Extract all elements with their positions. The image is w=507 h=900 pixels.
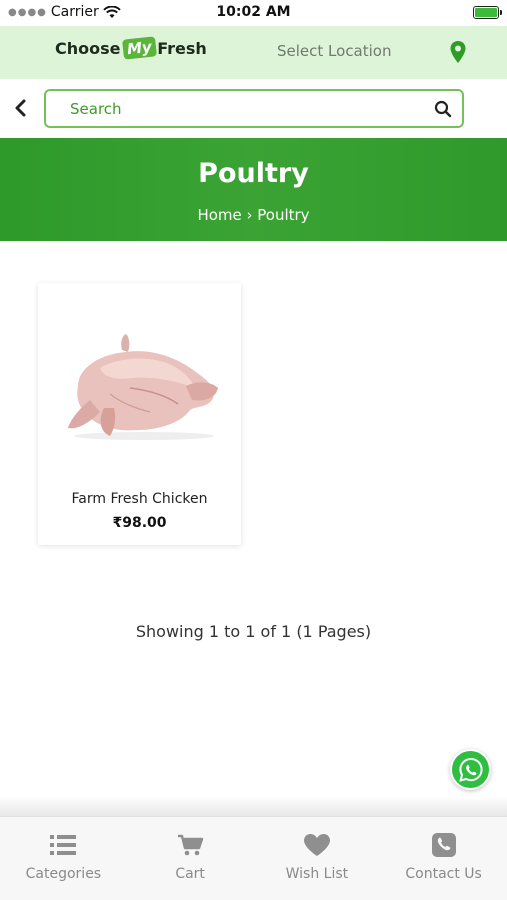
tab-contact-us[interactable]: Contact Us: [380, 817, 507, 900]
product-image[interactable]: [60, 328, 222, 443]
product-card[interactable]: Farm Fresh Chicken ₹98.00: [38, 283, 241, 545]
tab-cart[interactable]: Cart: [127, 817, 254, 900]
tab-label-wish-list: Wish List: [285, 866, 349, 882]
status-bar: ●●●● Carrier 10:02 AM: [0, 0, 507, 26]
tab-wish-list[interactable]: Wish List: [254, 817, 381, 900]
product-price: ₹98.00: [112, 515, 167, 531]
tab-label-categories: Categories: [25, 866, 102, 882]
breadcrumb[interactable]: Home › Poultry: [0, 206, 507, 224]
battery-icon: [473, 6, 502, 19]
cart-icon: [178, 834, 204, 856]
phone-icon: [431, 833, 456, 857]
page-title: Poultry: [198, 158, 309, 189]
list-icon: [50, 835, 77, 855]
heart-icon: [303, 834, 330, 856]
tab-bar-shadow: [0, 796, 507, 818]
whatsapp-button[interactable]: [450, 749, 491, 790]
bottom-tab-bar: Categories Cart Wish List Contact Us: [0, 816, 507, 900]
location-pin-icon[interactable]: [449, 40, 467, 64]
whatsapp-icon: [459, 757, 483, 782]
category-banner: Poultry Home › Poultry: [0, 138, 507, 241]
brand-logo[interactable]: Choose My Fresh: [55, 36, 207, 60]
app-header: Choose My Fresh Select Location: [0, 26, 507, 79]
logo-text-fresh: Fresh: [157, 38, 207, 58]
chevron-left-icon[interactable]: [12, 98, 30, 118]
search-placeholder: Search: [70, 100, 122, 118]
logo-text-my: My: [121, 36, 157, 60]
clock: 10:02 AM: [216, 4, 291, 20]
product-name[interactable]: Farm Fresh Chicken: [38, 491, 241, 507]
tab-label-cart: Cart: [175, 866, 205, 882]
tab-label-contact-us: Contact Us: [405, 866, 482, 882]
select-location-button[interactable]: Select Location: [277, 42, 392, 60]
search-row: Search: [0, 79, 507, 137]
tab-categories[interactable]: Categories: [0, 817, 127, 900]
pagination-summary: Showing 1 to 1 of 1 (1 Pages): [135, 622, 372, 641]
search-input[interactable]: Search: [44, 89, 464, 128]
search-icon[interactable]: [434, 100, 452, 118]
logo-text-choose: Choose: [55, 38, 121, 58]
